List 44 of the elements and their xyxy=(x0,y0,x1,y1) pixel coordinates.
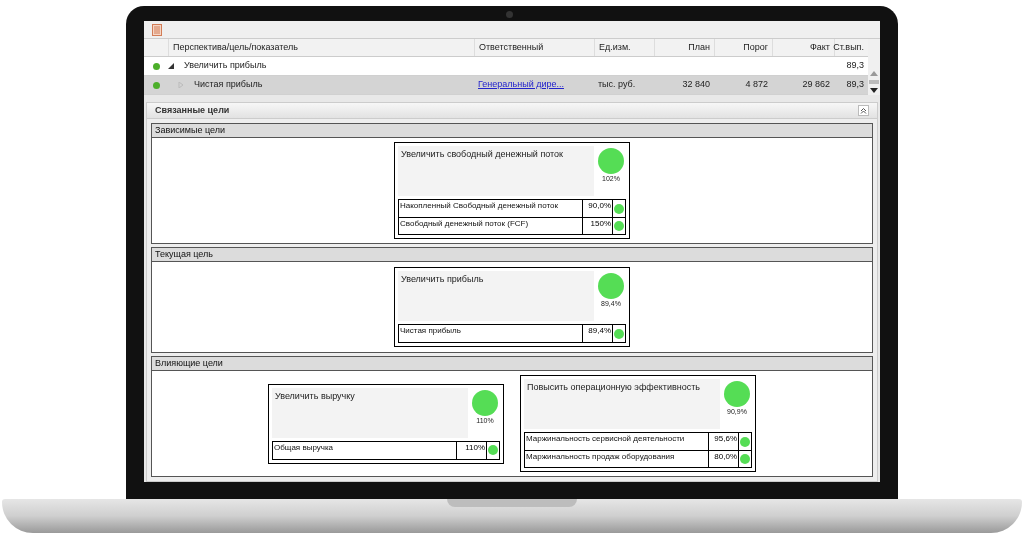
indicator-percent: 150% xyxy=(582,218,612,234)
goal-title: Увеличить прибыль xyxy=(398,271,594,321)
camera-icon xyxy=(506,11,513,18)
scroll-thumb[interactable] xyxy=(869,80,879,84)
indicator-percent: 90,0% xyxy=(582,200,612,217)
scroll-down-icon[interactable] xyxy=(870,88,878,93)
column-header[interactable]: Порог xyxy=(743,40,768,55)
table-cell: 4 872 xyxy=(745,79,768,90)
collapse-button[interactable] xyxy=(858,105,869,116)
table-cell: 32 840 xyxy=(682,79,710,90)
table-cell: 89,3 xyxy=(846,79,864,90)
goal-title: Увеличить выручку xyxy=(272,387,468,438)
indicator-name: Свободный денежный поток (FCF) xyxy=(399,218,530,230)
responsible-link[interactable]: Генеральный дире... xyxy=(478,79,564,90)
column-header[interactable]: Ед.изм. xyxy=(599,40,631,55)
column-header[interactable]: План xyxy=(688,40,710,55)
table-cell: 29 862 xyxy=(802,79,830,90)
indicator-percent: 89,4% xyxy=(582,325,612,342)
indicator-percent: 110% xyxy=(456,441,486,459)
indicator-name: Чистая прибыль xyxy=(399,325,462,337)
column-header[interactable]: Факт xyxy=(810,40,830,55)
indicator-name: Накопленный Свободный денежный поток xyxy=(399,200,559,212)
indicator-name: Маржинальность сервисной деятельности xyxy=(525,433,686,445)
goal-title: Увеличить свободный денежный поток xyxy=(398,146,594,196)
indicator-percent: 80,0% xyxy=(708,451,738,467)
table-cell: тыс. руб. xyxy=(598,79,636,90)
expand-toggle-icon[interactable] xyxy=(168,63,176,69)
report-icon[interactable] xyxy=(152,23,162,36)
panel-title: Текущая цель xyxy=(155,247,214,261)
table-cell: 89,3 xyxy=(846,60,864,71)
indicator-name: Маржинальность продаж оборудования xyxy=(525,451,676,463)
goal-title: Повысить операционную эффективность xyxy=(524,379,720,429)
column-header[interactable]: Ответственный xyxy=(479,40,544,55)
scrollbar[interactable] xyxy=(868,39,880,95)
column-header[interactable]: Перспектива/цель/показатель xyxy=(173,40,298,55)
indicator-name: Общая выручка xyxy=(273,441,335,454)
column-header[interactable]: Ст.вып. xyxy=(833,40,864,55)
goal-name: Увеличить прибыль xyxy=(184,59,267,73)
panel-title: Влияющие цели xyxy=(155,356,223,370)
goal-name: Чистая прибыль xyxy=(194,78,263,92)
indicator-percent: 95,6% xyxy=(708,433,738,450)
section-title: Связанные цели xyxy=(155,103,230,117)
table-row[interactable]: Чистая прибыль Генеральный дире... тыс. руб. 32 840 4 872 29 862 89,3 xyxy=(144,76,868,95)
panel-title: Зависимые цели xyxy=(155,123,225,137)
